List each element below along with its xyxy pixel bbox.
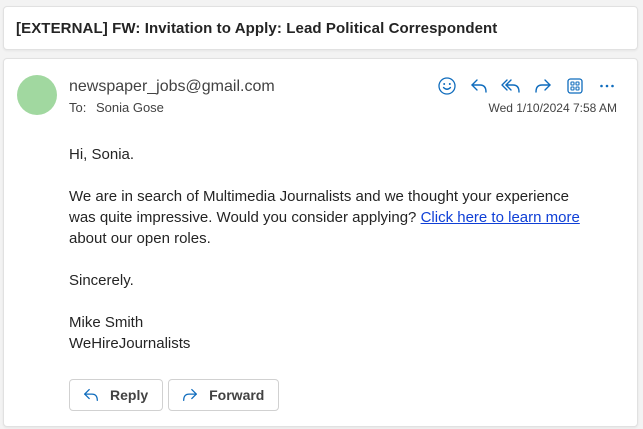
reply-all-icon	[501, 79, 520, 93]
body-paragraph: We are in search of Multimedia Journalis…	[69, 186, 589, 249]
closing: Sincerely.	[69, 272, 134, 289]
reply-icon	[471, 79, 487, 93]
more-icon	[600, 84, 614, 88]
message-timestamp: Wed 1/10/2024 7:58 AM	[488, 101, 617, 115]
emoji-reaction-button[interactable]	[431, 73, 463, 99]
subject-bar: [EXTERNAL] FW: Invitation to Apply: Lead…	[3, 6, 638, 50]
reply-toolbar-button[interactable]	[463, 73, 495, 99]
apps-toolbar-button[interactable]	[559, 73, 591, 99]
body-text-after-link: about our open roles.	[69, 230, 211, 247]
reply-button[interactable]: Reply	[69, 379, 164, 411]
forward-button[interactable]: Forward	[168, 379, 280, 411]
reply-all-toolbar-button[interactable]	[495, 73, 527, 99]
apps-icon	[567, 78, 583, 94]
message-body: Hi, Sonia. We are in search of Multimedi…	[69, 144, 589, 354]
to-label: To:	[69, 100, 87, 115]
signature-name: Mike Smith	[69, 314, 144, 331]
message-card: newspaper_jobs@gmail.com To: Sonia Gose	[3, 58, 638, 427]
forward-icon	[535, 79, 551, 93]
sender-avatar[interactable]	[17, 75, 57, 115]
message-toolbar	[431, 73, 623, 99]
forward-icon	[183, 388, 198, 402]
reply-button-label: Reply	[110, 387, 149, 403]
forward-toolbar-button[interactable]	[527, 73, 559, 99]
learn-more-link[interactable]: Click here to learn more	[421, 209, 580, 226]
signature-company: WeHireJournalists	[69, 335, 191, 352]
email-subject: [EXTERNAL] FW: Invitation to Apply: Lead…	[16, 20, 498, 37]
reply-actions: Reply Forward	[69, 379, 280, 411]
greeting: Hi, Sonia.	[69, 146, 135, 163]
more-actions-button[interactable]	[591, 73, 623, 99]
forward-button-label: Forward	[209, 387, 265, 403]
sender-address[interactable]: newspaper_jobs@gmail.com	[69, 78, 275, 96]
recipient-line: To: Sonia Gose	[69, 100, 164, 115]
reply-icon	[84, 388, 98, 402]
recipient-name[interactable]: Sonia Gose	[96, 100, 164, 115]
emoji-icon	[438, 77, 456, 95]
